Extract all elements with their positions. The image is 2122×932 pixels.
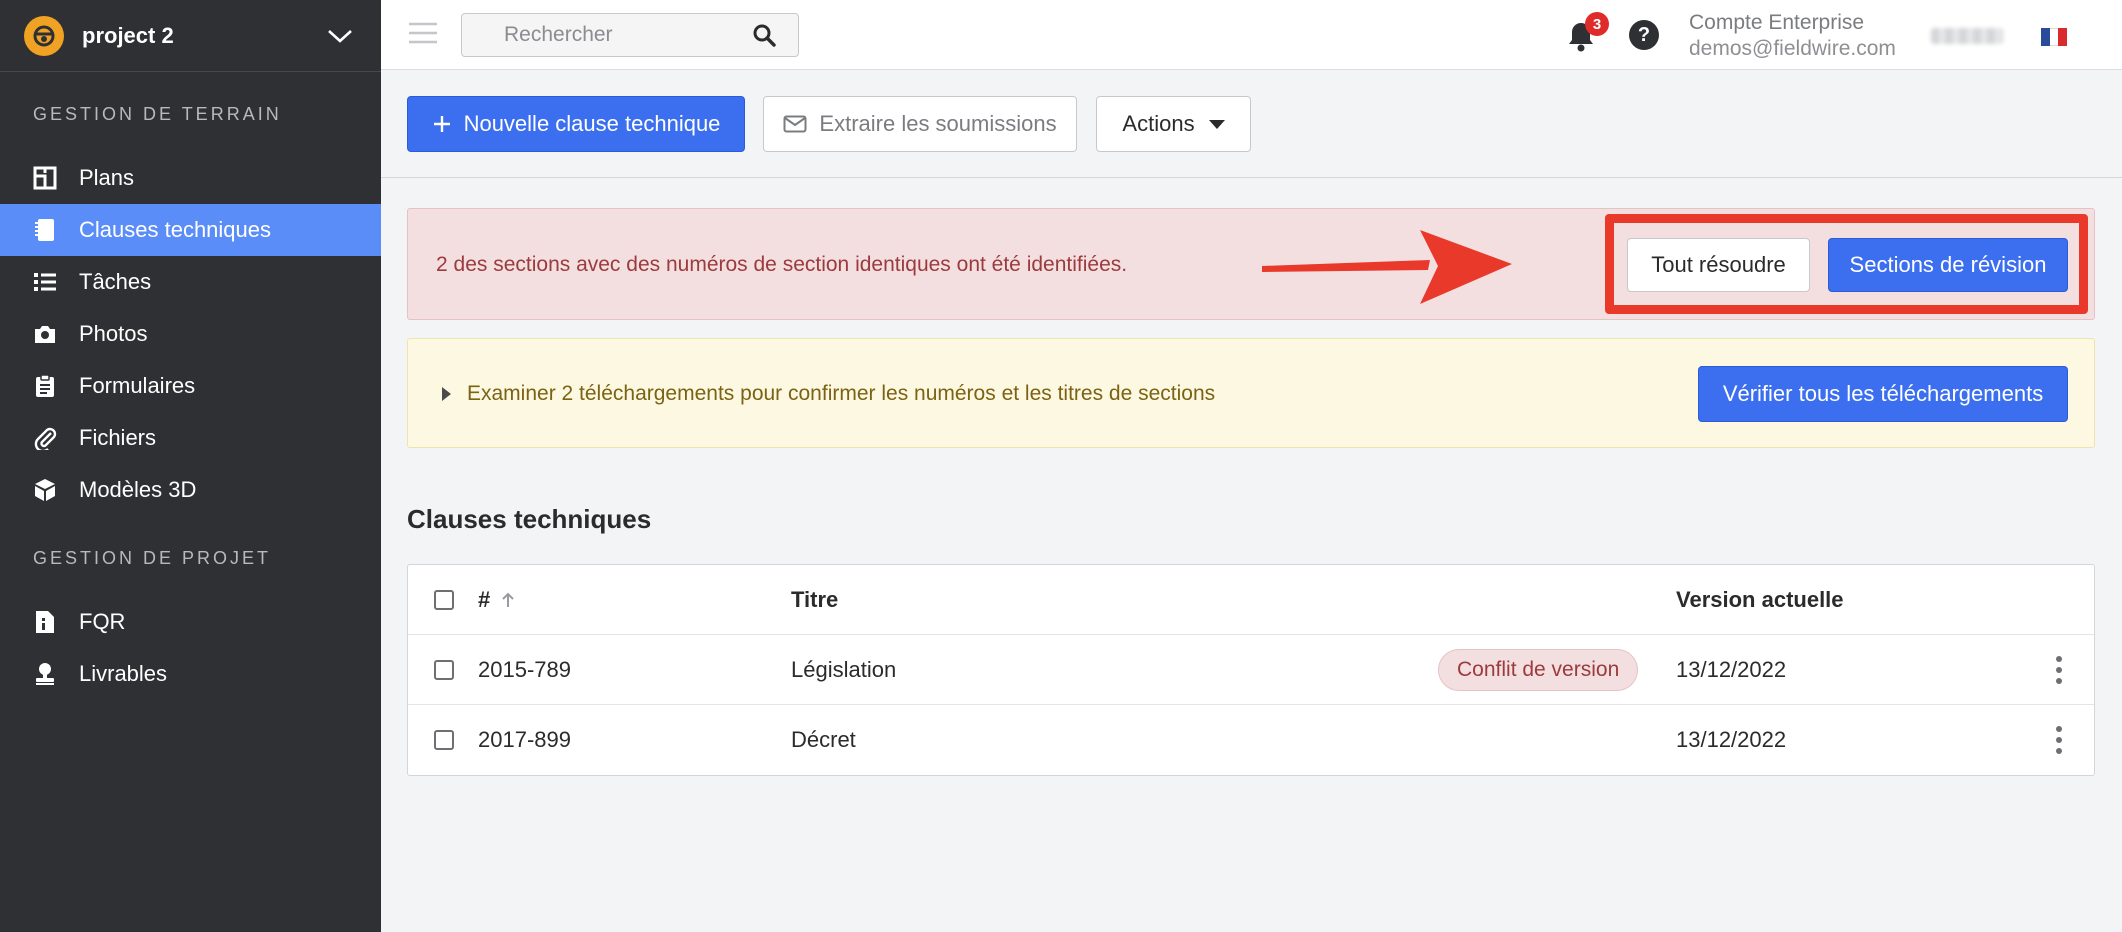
table-row[interactable]: 2017-899 Décret 13/12/2022 bbox=[408, 705, 2094, 775]
sidebar-item-clauses-techniques[interactable]: Clauses techniques bbox=[0, 204, 381, 256]
caret-down-icon bbox=[1208, 119, 1225, 129]
row-number: 2015-789 bbox=[478, 657, 571, 682]
row-checkbox[interactable] bbox=[434, 730, 454, 750]
toolbar: Nouvelle clause technique Extraire les s… bbox=[381, 70, 2122, 178]
account-email: demos@fieldwire.com bbox=[1689, 37, 1896, 60]
sort-arrow-up-icon[interactable] bbox=[500, 591, 516, 609]
sidebar-item-label: FQR bbox=[79, 609, 126, 634]
sidebar-item-label: Formulaires bbox=[79, 373, 196, 398]
more-options-icon[interactable] bbox=[2054, 725, 2064, 755]
notification-badge: 3 bbox=[1585, 12, 1609, 36]
redacted-user bbox=[1931, 28, 2003, 44]
sidebar-item-label: Livrables bbox=[79, 661, 168, 686]
specs-table: # Titre Version actuelle 2015-789 Législ… bbox=[407, 564, 2095, 776]
specs-icon bbox=[33, 218, 57, 242]
sidebar-item-label: Modèles 3D bbox=[79, 477, 197, 502]
new-spec-label: Nouvelle clause technique bbox=[463, 111, 721, 136]
stamp-icon bbox=[33, 662, 57, 686]
info-doc-icon bbox=[33, 610, 57, 634]
sidebar-item-photos[interactable]: Photos bbox=[0, 308, 381, 360]
uploads-review-alert: Examiner 2 téléchargements pour confirme… bbox=[407, 338, 2095, 448]
account-menu[interactable]: Compte Enterprise demos@fieldwire.com bbox=[1689, 10, 1896, 62]
help-icon[interactable]: ? bbox=[1629, 20, 1659, 50]
tasks-icon bbox=[33, 270, 57, 294]
search-input[interactable]: Rechercher bbox=[461, 13, 799, 57]
uploads-review-toggle[interactable]: Examiner 2 téléchargements pour confirme… bbox=[442, 339, 1215, 449]
row-checkbox[interactable] bbox=[434, 660, 454, 680]
extract-submittals-label: Extraire les soumissions bbox=[819, 111, 1057, 136]
version-conflict-badge: Conflit de version bbox=[1438, 649, 1639, 691]
row-version: 13/12/2022 bbox=[1676, 657, 1787, 682]
sidebar-item-label: Plans bbox=[79, 165, 135, 190]
sidebar-item-plans[interactable]: Plans bbox=[0, 152, 381, 204]
sidebar-item-livrables[interactable]: Livrables bbox=[0, 648, 381, 700]
search-placeholder: Rechercher bbox=[504, 23, 613, 46]
sidebar-item-fqr[interactable]: FQR bbox=[0, 596, 381, 648]
sidebar-item-formulaires[interactable]: Formulaires bbox=[0, 360, 381, 412]
plus-icon bbox=[433, 116, 450, 132]
cube-icon bbox=[33, 478, 57, 502]
column-number-label: # bbox=[478, 587, 491, 612]
chevron-down-icon[interactable] bbox=[325, 26, 355, 46]
envelope-icon bbox=[783, 115, 807, 133]
actions-label: Actions bbox=[1122, 111, 1195, 136]
sidebar-item-label: Tâches bbox=[79, 269, 152, 294]
verify-uploads-label: Vérifier tous les téléchargements bbox=[1722, 381, 2044, 406]
more-options-icon[interactable] bbox=[2054, 655, 2064, 685]
caret-right-icon bbox=[442, 387, 451, 401]
search-icon[interactable] bbox=[752, 23, 776, 47]
sidebar-item-modeles-3d[interactable]: Modèles 3D bbox=[0, 464, 381, 516]
sidebar-item-label: Fichiers bbox=[79, 425, 157, 450]
column-header-version[interactable]: Version actuelle bbox=[1676, 565, 1844, 635]
plans-icon bbox=[33, 166, 57, 190]
account-name: Compte Enterprise bbox=[1689, 11, 1865, 34]
row-number: 2017-899 bbox=[478, 727, 571, 752]
paperclip-icon bbox=[33, 426, 57, 450]
annotation-highlight-box bbox=[1605, 214, 2088, 314]
sidebar-item-label: Clauses techniques bbox=[79, 217, 272, 242]
project-name: project 2 bbox=[82, 22, 174, 48]
hamburger-menu-icon[interactable] bbox=[409, 22, 437, 44]
table-row[interactable]: 2015-789 Législation Conflit de version … bbox=[408, 635, 2094, 705]
extract-submittals-button[interactable]: Extraire les soumissions bbox=[763, 96, 1077, 152]
section-label-field: GESTION DE TERRAIN bbox=[33, 104, 282, 124]
column-header-number[interactable]: # bbox=[478, 565, 516, 635]
section-label-project: GESTION DE PROJET bbox=[33, 548, 272, 568]
row-title[interactable]: Législation bbox=[791, 635, 896, 705]
project-switcher[interactable]: project 2 bbox=[0, 0, 381, 72]
table-header-row: # Titre Version actuelle bbox=[408, 565, 2094, 635]
clipboard-icon bbox=[33, 374, 57, 398]
uploads-review-text: Examiner 2 téléchargements pour confirme… bbox=[467, 382, 1216, 405]
sidebar-item-fichiers[interactable]: Fichiers bbox=[0, 412, 381, 464]
duplicate-sections-text: 2 des sections avec des numéros de secti… bbox=[436, 253, 1128, 276]
sidebar-item-label: Photos bbox=[79, 321, 148, 346]
topbar: Rechercher 3 ? Compte Enterprise demos@f… bbox=[381, 0, 2122, 70]
annotation-arrow-icon bbox=[1262, 230, 1512, 304]
page-title: Clauses techniques bbox=[407, 504, 652, 534]
fieldwire-logo-icon bbox=[24, 15, 64, 56]
camera-icon bbox=[33, 322, 57, 346]
column-header-title[interactable]: Titre bbox=[791, 565, 838, 635]
sidebar: project 2 GESTION DE TERRAIN Plans Claus… bbox=[0, 0, 381, 932]
new-spec-button[interactable]: Nouvelle clause technique bbox=[407, 96, 745, 152]
row-title[interactable]: Décret bbox=[791, 705, 856, 775]
select-all-checkbox[interactable] bbox=[434, 590, 454, 610]
french-flag-icon[interactable] bbox=[2041, 28, 2068, 46]
row-version: 13/12/2022 bbox=[1676, 727, 1787, 752]
sidebar-item-taches[interactable]: Tâches bbox=[0, 256, 381, 308]
verify-uploads-button[interactable]: Vérifier tous les téléchargements bbox=[1698, 366, 2068, 422]
actions-dropdown[interactable]: Actions bbox=[1096, 96, 1251, 152]
